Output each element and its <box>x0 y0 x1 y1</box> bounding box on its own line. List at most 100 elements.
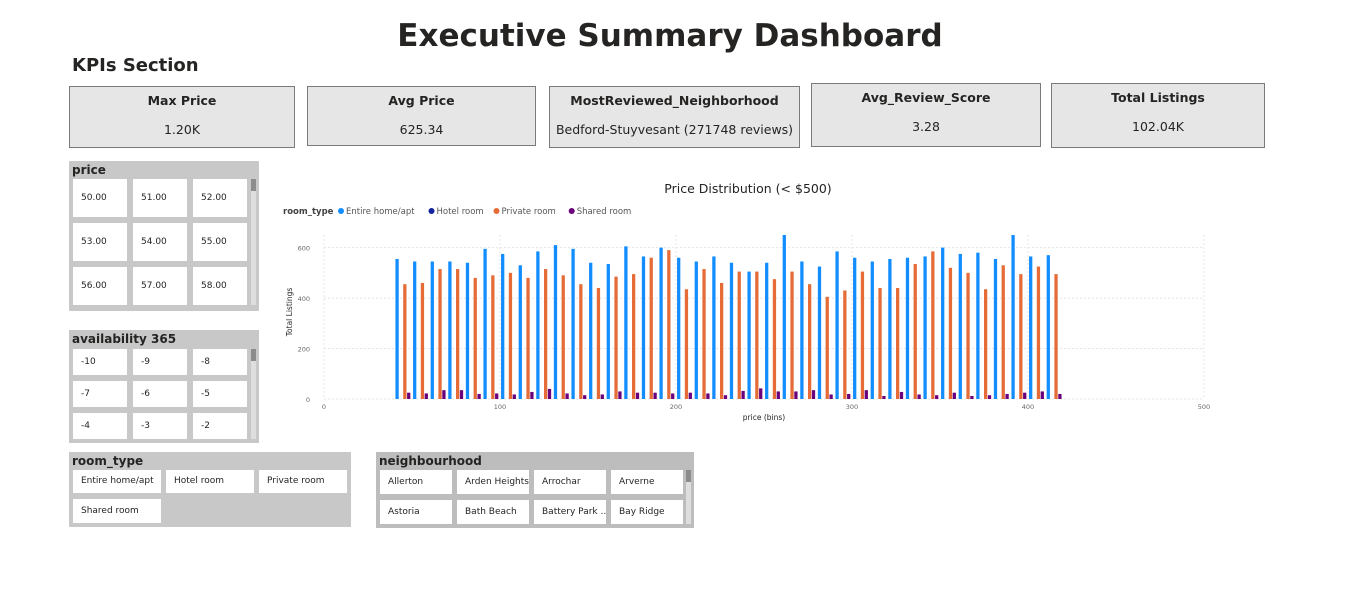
room-type-slicer: room_type Entire home/apt Hotel room Pri… <box>69 452 351 527</box>
y-tick-label: 200 <box>298 346 310 354</box>
slicer-tile[interactable]: 58.00 <box>193 267 247 305</box>
bar-private-room <box>860 271 865 399</box>
y-tick-label: 600 <box>298 245 310 253</box>
slicer-tile[interactable]: 57.00 <box>133 267 187 305</box>
bar-shared-room <box>1005 393 1009 399</box>
slicer-tile[interactable]: Arrochar <box>534 470 606 494</box>
bar-private-room <box>931 251 935 399</box>
kpi-card-total-listings: Total Listings 102.04K <box>1051 83 1265 148</box>
slicer-tile[interactable]: Battery Park ... <box>534 500 606 524</box>
slicer-tile[interactable]: 52.00 <box>193 179 247 217</box>
bar-entire-home-apt <box>782 235 786 399</box>
bar-private-room <box>896 287 900 399</box>
slicer-tile[interactable]: -7 <box>73 381 127 407</box>
legend-entry: Shared room <box>577 207 632 217</box>
slicer-tile[interactable]: Arden Heights <box>457 470 529 494</box>
bar-private-room <box>1054 274 1058 399</box>
slicer-title: neighbourhood <box>379 454 482 468</box>
bar-private-room <box>438 269 442 399</box>
bar-private-room <box>456 269 460 399</box>
bar-shared-room <box>600 394 604 399</box>
bar-entire-home-apt <box>1011 235 1015 399</box>
slicer-scrollbar-track[interactable] <box>251 179 256 305</box>
bar-shared-room <box>847 393 851 399</box>
kpi-value: 1.20K <box>163 122 201 137</box>
bar-private-room <box>1001 265 1005 399</box>
bar-entire-home-apt <box>641 256 646 399</box>
kpi-label: Avg Price <box>388 93 455 108</box>
kpi-card-avg-review-score: Avg_Review_Score 3.28 <box>811 83 1041 147</box>
slicer-tile[interactable]: -6 <box>133 381 187 407</box>
slicer-tile[interactable]: Private room <box>259 470 347 493</box>
bar-shared-room <box>829 394 833 399</box>
slicer-scrollbar-thumb[interactable] <box>251 349 256 361</box>
slicer-tile[interactable]: Entire home/apt <box>73 470 161 493</box>
bar-entire-home-apt <box>465 262 470 399</box>
bar-private-room <box>948 267 953 399</box>
bar-private-room <box>667 250 671 399</box>
bar-private-room <box>808 284 812 399</box>
slicer-tile[interactable]: Bath Beach <box>457 500 529 524</box>
slicer-tile[interactable]: Allerton <box>380 470 452 494</box>
slicer-tile[interactable]: -9 <box>133 349 187 375</box>
legend-entry: Entire home/apt <box>346 207 415 217</box>
bar-private-room <box>772 279 777 399</box>
kpi-label: Avg_Review_Score <box>861 90 991 105</box>
legend-marker <box>338 208 344 214</box>
slicer-tile[interactable]: 50.00 <box>73 179 127 217</box>
bar-shared-room <box>794 391 798 399</box>
slicer-tile[interactable]: -2 <box>193 413 247 439</box>
slicer-tile[interactable]: -8 <box>193 349 247 375</box>
slicer-tile[interactable]: -3 <box>133 413 187 439</box>
bar-entire-home-apt <box>430 261 434 399</box>
bar-entire-home-apt <box>624 246 628 399</box>
y-tick-label: 400 <box>298 295 310 303</box>
bar-entire-home-apt <box>993 258 998 399</box>
slicer-tile[interactable]: 53.00 <box>73 223 127 261</box>
bar-shared-room <box>459 390 464 399</box>
bar-entire-home-apt <box>888 258 892 399</box>
legend-entry: Private room <box>502 207 556 217</box>
bar-private-room <box>966 272 970 399</box>
bar-shared-room <box>864 390 868 399</box>
bar-shared-room <box>407 392 411 399</box>
bar-entire-home-apt <box>941 247 945 399</box>
dashboard-title: Executive Summary Dashboard <box>397 18 943 54</box>
bar-private-room <box>579 284 583 399</box>
bar-entire-home-apt <box>712 256 716 399</box>
slicer-scrollbar-thumb[interactable] <box>251 179 256 191</box>
bar-shared-room <box>565 393 569 399</box>
slicer-title: price <box>72 163 106 177</box>
slicer-tile[interactable]: Astoria <box>380 500 452 524</box>
slicer-tile[interactable]: Shared room <box>73 499 161 523</box>
slicer-tile[interactable]: 54.00 <box>133 223 187 261</box>
slicer-tile[interactable]: 55.00 <box>193 223 247 261</box>
slicer-scrollbar-thumb[interactable] <box>686 470 691 482</box>
bar-private-room <box>473 277 477 399</box>
slicer-tile[interactable]: 51.00 <box>133 179 187 217</box>
slicer-scrollbar-track[interactable] <box>251 349 256 439</box>
bar-shared-room <box>424 393 428 399</box>
slicer-tile[interactable]: Arverne <box>611 470 683 494</box>
kpi-card-avg-price: Avg Price 625.34 <box>307 86 536 146</box>
slicer-tile[interactable]: -10 <box>73 349 127 375</box>
bar-entire-home-apt <box>800 261 804 399</box>
slicer-tile[interactable]: Bay Ridge <box>611 500 683 524</box>
slicer-tile[interactable]: Hotel room <box>166 470 254 493</box>
bar-entire-home-apt <box>483 248 487 399</box>
bar-private-room <box>843 290 847 399</box>
legend-marker <box>568 208 575 214</box>
bar-entire-home-apt <box>870 261 874 399</box>
slicer-tile[interactable]: 56.00 <box>73 267 127 305</box>
slicer-title: availability 365 <box>72 332 177 346</box>
bar-shared-room <box>635 392 640 399</box>
bar-shared-room <box>477 393 481 399</box>
kpi-label: Max Price <box>147 93 217 108</box>
bar-shared-room <box>882 395 886 399</box>
bar-private-room <box>596 287 601 399</box>
slicer-tile[interactable]: -5 <box>193 381 247 407</box>
bar-shared-room <box>759 388 763 399</box>
bar-shared-room <box>970 395 974 399</box>
slicer-tile[interactable]: -4 <box>73 413 127 439</box>
bar-entire-home-apt <box>518 265 522 399</box>
